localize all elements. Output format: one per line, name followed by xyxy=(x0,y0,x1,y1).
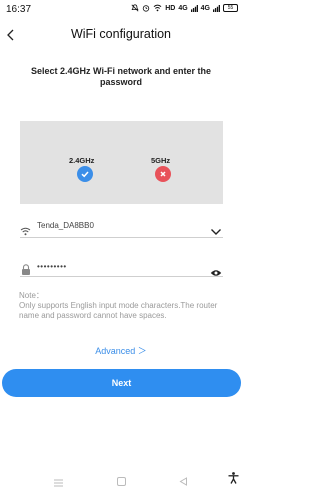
password-divider xyxy=(20,276,223,277)
wifi-icon xyxy=(20,223,31,241)
password-input[interactable]: ••••••••• xyxy=(37,262,67,271)
note-block: Note： Only supports English input mode c… xyxy=(19,291,225,321)
cross-icon xyxy=(155,166,171,182)
page-title: WiFi configuration xyxy=(70,27,172,41)
eye-icon[interactable] xyxy=(210,264,222,282)
check-icon xyxy=(77,166,93,182)
hd-label: HD xyxy=(165,4,176,12)
lock-icon xyxy=(21,262,31,280)
signal-2: 4G xyxy=(200,4,210,12)
menu-icon[interactable] xyxy=(54,474,63,492)
home-icon[interactable] xyxy=(117,473,126,491)
instruction-text: Select 2.4GHz Wi-Fi network and enter th… xyxy=(31,66,211,87)
nav-back-icon[interactable] xyxy=(179,473,188,491)
accessibility-icon[interactable] xyxy=(228,471,239,489)
battery-icon: 55 xyxy=(223,4,238,12)
signal-bars-icon xyxy=(213,4,220,12)
note-title: Note： xyxy=(19,291,44,300)
next-button[interactable]: Next xyxy=(2,369,241,397)
signal-1: 4G xyxy=(178,4,188,12)
ssid-select[interactable]: Tenda_DA8BB0 xyxy=(37,221,94,230)
signal-bars-icon xyxy=(190,4,198,12)
status-time: 16:37 xyxy=(6,4,32,15)
ssid-divider xyxy=(20,237,223,238)
band-illustration xyxy=(20,121,223,204)
wifi-status-icon xyxy=(153,4,162,12)
alarm-icon xyxy=(142,5,150,12)
band-24ghz-label: 2.4GHz xyxy=(69,156,95,165)
note-body: Only supports English input mode charact… xyxy=(19,301,218,320)
chevron-down-icon[interactable] xyxy=(210,223,222,241)
status-icons: HD 4G 4G 55 xyxy=(131,4,238,12)
mute-icon xyxy=(131,4,139,12)
advanced-link[interactable]: Advanced ＞ xyxy=(0,344,242,357)
band-5ghz-label: 5GHz xyxy=(151,156,171,165)
